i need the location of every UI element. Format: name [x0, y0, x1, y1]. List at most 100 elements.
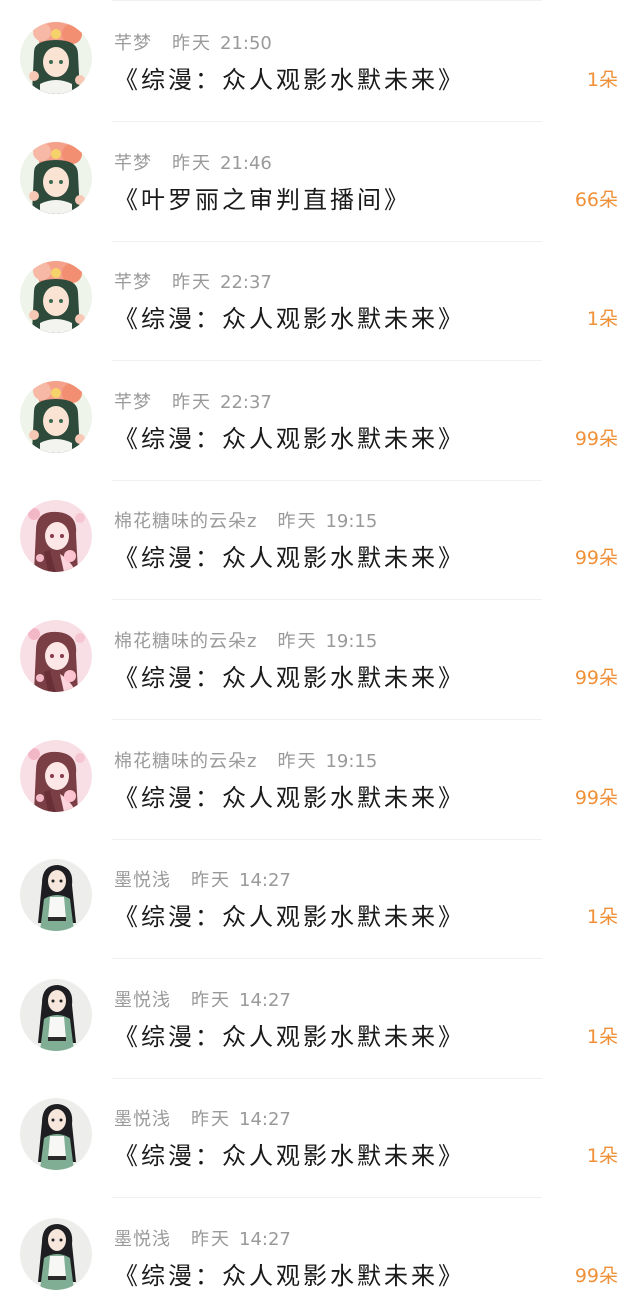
- gift-count: 99朵: [574, 547, 618, 569]
- gift-count: 99朵: [574, 1265, 618, 1287]
- flower-girl-avatar-image: [20, 261, 92, 333]
- record-day: 昨天: [277, 751, 318, 772]
- user-name[interactable]: 芊梦: [114, 33, 152, 54]
- record-time: 21:50: [220, 33, 272, 54]
- flower-girl-avatar-image: [20, 142, 92, 214]
- book-title[interactable]: 《综漫：众人观影水默未来》: [114, 899, 465, 935]
- record-meta: 芊梦 昨天 21:46: [114, 152, 272, 176]
- book-title[interactable]: 《综漫：众人观影水默未来》: [114, 1019, 465, 1055]
- user-name[interactable]: 墨悦浅: [114, 990, 171, 1011]
- pink-girl-avatar-image: [20, 500, 92, 572]
- list-item[interactable]: 芊梦 昨天 21:50 《综漫：众人观影水默未来》 1朵: [0, 0, 640, 122]
- gift-record-list: 芊梦 昨天 21:50 《综漫：众人观影水默未来》 1朵 芊梦 昨天 21:46 《叶罗丽之审…: [0, 0, 640, 1311]
- gift-count: 1朵: [586, 1026, 618, 1048]
- record-time: 21:46: [220, 153, 272, 174]
- record-day: 昨天: [277, 631, 318, 652]
- record-meta: 墨悦浅 昨天 14:27: [114, 1108, 291, 1132]
- record-time: 19:15: [325, 631, 378, 652]
- gift-count: 1朵: [586, 1145, 618, 1167]
- user-name[interactable]: 棉花糖味的云朵z: [114, 511, 257, 532]
- dark-hair-girl-avatar[interactable]: [20, 859, 92, 931]
- record-day: 昨天: [172, 33, 212, 54]
- list-item[interactable]: 棉花糖味的云朵z 昨天 19:15 《综漫：众人观影水默未来》 99朵: [0, 478, 640, 600]
- record-meta: 棉花糖味的云朵z 昨天 19:15: [114, 750, 377, 774]
- record-time: 19:15: [325, 511, 378, 532]
- dark-hair-girl-avatar-image: [20, 1098, 92, 1170]
- pink-girl-avatar[interactable]: [20, 500, 92, 572]
- flower-girl-avatar-image: [20, 22, 92, 94]
- user-name[interactable]: 芊梦: [114, 153, 152, 174]
- record-time: 22:37: [220, 272, 272, 293]
- book-title[interactable]: 《叶罗丽之审判直播间》: [114, 182, 411, 218]
- pink-girl-avatar[interactable]: [20, 620, 92, 692]
- record-meta: 芊梦 昨天 22:37: [114, 271, 272, 295]
- list-item[interactable]: 棉花糖味的云朵z 昨天 19:15 《综漫：众人观影水默未来》 99朵: [0, 718, 640, 840]
- list-item[interactable]: 芊梦 昨天 22:37 《综漫：众人观影水默未来》 99朵: [0, 359, 640, 481]
- gift-count: 99朵: [574, 428, 618, 450]
- book-title[interactable]: 《综漫：众人观影水默未来》: [114, 62, 465, 98]
- gift-count: 99朵: [574, 667, 618, 689]
- book-title[interactable]: 《综漫：众人观影水默未来》: [114, 1138, 465, 1174]
- dark-hair-girl-avatar-image: [20, 979, 92, 1051]
- pink-girl-avatar[interactable]: [20, 740, 92, 812]
- book-title[interactable]: 《综漫：众人观影水默未来》: [114, 780, 465, 816]
- list-item[interactable]: 棉花糖味的云朵z 昨天 19:15 《综漫：众人观影水默未来》 99朵: [0, 598, 640, 720]
- record-day: 昨天: [172, 272, 212, 293]
- pink-girl-avatar-image: [20, 620, 92, 692]
- flower-girl-avatar[interactable]: [20, 261, 92, 333]
- record-day: 昨天: [172, 153, 212, 174]
- book-title[interactable]: 《综漫：众人观影水默未来》: [114, 301, 465, 337]
- record-day: 昨天: [191, 990, 231, 1011]
- record-meta: 棉花糖味的云朵z 昨天 19:15: [114, 630, 377, 654]
- gift-count: 99朵: [574, 787, 618, 809]
- record-day: 昨天: [172, 392, 212, 413]
- book-title[interactable]: 《综漫：众人观影水默未来》: [114, 421, 465, 457]
- pink-girl-avatar-image: [20, 740, 92, 812]
- dark-hair-girl-avatar[interactable]: [20, 1098, 92, 1170]
- user-name[interactable]: 墨悦浅: [114, 1109, 171, 1130]
- book-title[interactable]: 《综漫：众人观影水默未来》: [114, 540, 465, 576]
- flower-girl-avatar[interactable]: [20, 142, 92, 214]
- gift-count: 1朵: [586, 69, 618, 91]
- user-name[interactable]: 棉花糖味的云朵z: [114, 751, 257, 772]
- flower-girl-avatar[interactable]: [20, 22, 92, 94]
- book-title[interactable]: 《综漫：众人观影水默未来》: [114, 660, 465, 696]
- record-meta: 墨悦浅 昨天 14:27: [114, 869, 291, 893]
- record-day: 昨天: [191, 1109, 231, 1130]
- record-time: 14:27: [239, 1109, 291, 1130]
- dark-hair-girl-avatar[interactable]: [20, 1218, 92, 1290]
- user-name[interactable]: 芊梦: [114, 272, 152, 293]
- list-item[interactable]: 芊梦 昨天 21:46 《叶罗丽之审判直播间》 66朵: [0, 120, 640, 242]
- record-day: 昨天: [191, 1229, 231, 1250]
- book-title[interactable]: 《综漫：众人观影水默未来》: [114, 1258, 465, 1294]
- user-name[interactable]: 墨悦浅: [114, 870, 171, 891]
- dark-hair-girl-avatar-image: [20, 1218, 92, 1290]
- flower-girl-avatar-image: [20, 381, 92, 453]
- record-time: 14:27: [239, 1229, 291, 1250]
- record-meta: 芊梦 昨天 22:37: [114, 391, 272, 415]
- gift-count: 1朵: [586, 906, 618, 928]
- user-name[interactable]: 棉花糖味的云朵z: [114, 631, 257, 652]
- list-item[interactable]: 墨悦浅 昨天 14:27 《综漫：众人观影水默未来》 1朵: [0, 837, 640, 959]
- record-meta: 棉花糖味的云朵z 昨天 19:15: [114, 510, 377, 534]
- record-meta: 芊梦 昨天 21:50: [114, 32, 272, 56]
- record-day: 昨天: [191, 870, 231, 891]
- list-item[interactable]: 墨悦浅 昨天 14:27 《综漫：众人观影水默未来》 99朵: [0, 1196, 640, 1316]
- list-item[interactable]: 墨悦浅 昨天 14:27 《综漫：众人观影水默未来》 1朵: [0, 1076, 640, 1198]
- gift-count: 1朵: [586, 308, 618, 330]
- record-time: 14:27: [239, 990, 291, 1011]
- record-time: 14:27: [239, 870, 291, 891]
- gift-count: 66朵: [574, 189, 618, 211]
- user-name[interactable]: 墨悦浅: [114, 1229, 171, 1250]
- record-time: 22:37: [220, 392, 272, 413]
- record-day: 昨天: [277, 511, 318, 532]
- flower-girl-avatar[interactable]: [20, 381, 92, 453]
- user-name[interactable]: 芊梦: [114, 392, 152, 413]
- list-item[interactable]: 墨悦浅 昨天 14:27 《综漫：众人观影水默未来》 1朵: [0, 957, 640, 1079]
- record-time: 19:15: [325, 751, 378, 772]
- dark-hair-girl-avatar-image: [20, 859, 92, 931]
- list-item[interactable]: 芊梦 昨天 22:37 《综漫：众人观影水默未来》 1朵: [0, 239, 640, 361]
- dark-hair-girl-avatar[interactable]: [20, 979, 92, 1051]
- record-meta: 墨悦浅 昨天 14:27: [114, 1228, 291, 1252]
- record-meta: 墨悦浅 昨天 14:27: [114, 989, 291, 1013]
